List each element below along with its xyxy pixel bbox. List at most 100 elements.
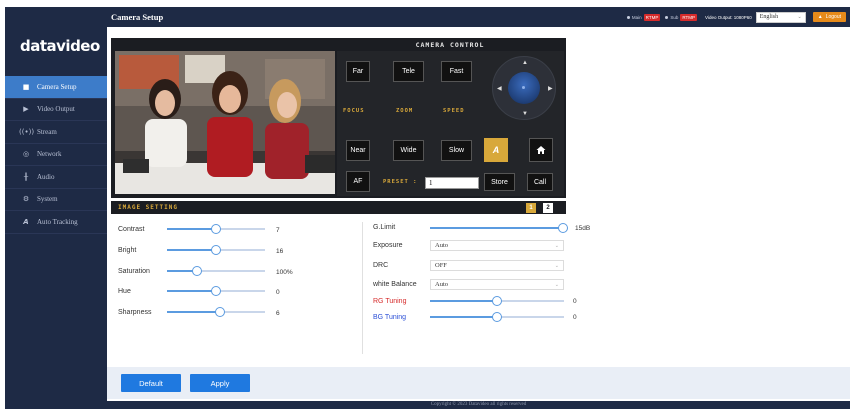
camera-icon: ■ [22,82,30,91]
contrast-slider[interactable] [167,224,265,234]
chevron-down-icon: ⌄ [554,263,559,269]
joystick-knob[interactable] [508,72,540,104]
arrow-right-icon[interactable]: ▶ [548,85,553,92]
main-stream-label: Main [631,14,642,20]
language-select[interactable]: English ⌄ [755,11,806,23]
sidebar-item-label: Camera Setup [37,82,77,91]
preset-call-button[interactable]: Call [527,173,553,191]
bright-label: Bright [118,247,137,254]
bg-tuning-slider[interactable] [430,312,564,322]
exposure-label: Exposure [373,242,403,249]
sidebar-item-camera-setup[interactable]: ■ Camera Setup [5,76,107,99]
bright-slider[interactable] [167,245,265,255]
glimit-slider[interactable] [430,223,568,233]
datavideo-logo: datavideo [20,37,100,55]
settings-divider [362,222,363,354]
chevron-down-icon: ⌄ [797,15,802,20]
sidebar-item-label: Stream [37,127,57,136]
ai-icon: A [492,145,500,155]
video-output-status: Video Output: 1080P60 [705,14,752,20]
apply-button[interactable]: Apply [190,374,250,392]
sub-stream-label: Sub [670,14,679,20]
sidebar-item-network[interactable]: ◎ Network [5,144,107,166]
joystick-center-dot-icon [522,86,525,89]
focus-label: FOCUS [343,108,365,114]
zoom-label: ZOOM [396,108,414,114]
rg-tuning-value: 0 [573,298,577,305]
sidebar-item-system[interactable]: ⚙ System [5,189,107,211]
sidebar-item-label: System [37,195,58,204]
image-setting-bar: IMAGE SETTING 1 2 [111,201,566,214]
preset-number-input[interactable]: 1 [425,177,479,189]
zoom-tele-button[interactable]: Tele [393,61,424,82]
preset-label: PRESET : [383,179,418,185]
play-icon: ▶ [23,105,29,114]
arrow-left-icon[interactable]: ◀ [497,85,502,92]
sub-status-dot-icon [665,15,669,19]
preset-store-button[interactable]: Store [484,173,515,191]
contrast-label: Contrast [118,226,145,233]
preview-scene [115,51,335,194]
gear-icon: ⚙ [22,195,30,204]
hue-slider[interactable] [167,286,265,296]
exposure-select[interactable]: Auto ⌄ [430,240,564,251]
saturation-value: 100% [276,269,293,276]
white-balance-select[interactable]: Auto ⌄ [430,279,564,290]
sidebar-item-label: Network [37,150,62,159]
white-balance-label: white Balance [373,281,417,288]
logout-button[interactable]: ▲ Logout [812,12,846,22]
ai-icon: A [23,217,29,226]
preset-number-value: 1 [429,179,433,187]
user-icon: ▲ [817,14,823,20]
chevron-down-icon: ⌄ [554,282,559,288]
camera-control-title: CAMERA CONTROL [415,41,485,49]
default-button[interactable]: Default [121,374,181,392]
saturation-slider[interactable] [167,266,265,276]
slider-thumb[interactable] [211,245,221,255]
white-balance-value: Auto [435,281,448,288]
slider-thumb[interactable] [558,223,568,233]
speed-slow-button[interactable]: Slow [441,140,472,161]
page-title: Camera Setup [111,12,164,22]
sidebar-item-audio[interactable]: ╫ Audio [5,166,107,189]
image-setting-title: IMAGE SETTING [118,204,178,211]
image-setting-page-1[interactable]: 1 [526,203,536,213]
slider-thumb[interactable] [492,312,502,322]
slider-thumb[interactable] [215,307,226,317]
glimit-label: G.Limit [373,224,396,231]
drc-select[interactable]: OFF ⌄ [430,260,564,271]
slider-thumb[interactable] [191,266,202,276]
sidebar-item-auto-tracking[interactable]: A Auto Tracking [5,211,107,234]
sub-rtmp-badge: RTMP [680,13,698,21]
sidebar: datavideo ■ Camera Setup ▶ Video Output … [5,7,107,409]
bg-tuning-label: BG Tuning [373,314,407,321]
sidebar-item-stream[interactable]: ((•)) Stream [5,121,107,144]
arrow-down-icon[interactable]: ▼ [522,111,528,117]
ptz-joystick[interactable]: ▲ ▼ ◀ ▶ [492,56,556,120]
exposure-value: Auto [435,242,448,249]
zoom-wide-button[interactable]: Wide [393,140,424,161]
home-button[interactable] [529,138,553,162]
ai-tracking-button[interactable]: A [484,138,508,162]
autofocus-button[interactable]: AF [346,171,370,192]
speed-fast-button[interactable]: Fast [441,61,472,82]
main-status-dot-icon [626,15,630,19]
rg-tuning-slider[interactable] [430,296,564,306]
footer-copyright: Copyright © 2023 Datavideo all rights re… [107,401,850,409]
sharpness-slider[interactable] [167,307,265,317]
sidebar-item-label: Auto Tracking [37,217,78,226]
focus-near-button[interactable]: Near [346,140,370,161]
slider-thumb[interactable] [492,296,502,306]
equalizer-icon: ╫ [23,172,29,181]
arrow-up-icon[interactable]: ▲ [522,60,528,66]
sharpness-value: 6 [276,310,280,317]
focus-far-button[interactable]: Far [346,61,370,82]
slider-thumb[interactable] [211,224,221,234]
drc-label: DRC [373,262,389,269]
slider-thumb[interactable] [211,286,221,296]
sidebar-item-video-output[interactable]: ▶ Video Output [5,99,107,121]
camera-control-panel: CAMERA CONTROL Far FOCUS Near AF Tele ZO… [111,38,566,198]
main-rtmp-badge: RTMP [643,13,661,21]
image-setting-page-2[interactable]: 2 [543,203,553,213]
hue-value: 0 [276,289,280,296]
